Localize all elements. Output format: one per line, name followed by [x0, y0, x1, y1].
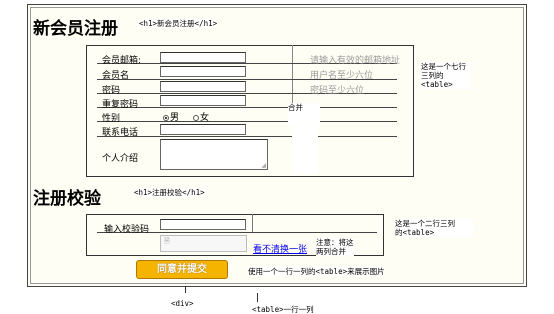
- label-repeat-password: 重复密码: [102, 100, 139, 110]
- image-table-annotation: 使用一个一行一列的<table>来展示图片: [248, 267, 385, 276]
- label-phone: 联系电话: [102, 128, 139, 138]
- h1-form-annotation: <h1>新会员注册</h1>: [139, 19, 218, 28]
- hint-email: 请输入有效的邮箱地址: [310, 56, 401, 66]
- label-gender: 性别: [102, 114, 121, 124]
- table2-annotation: 这是一个二行三列 的<table>: [395, 219, 473, 237]
- label-username: 会员名: [102, 71, 130, 81]
- submit-button[interactable]: 同意并提交: [136, 260, 228, 279]
- repeat-password-input[interactable]: [160, 95, 246, 106]
- radio-female[interactable]: [193, 114, 199, 121]
- captcha-image: 🗎: [160, 235, 247, 252]
- form-heading: 新会员注册: [33, 19, 118, 39]
- email-input[interactable]: [160, 52, 246, 63]
- password-input[interactable]: [160, 81, 246, 92]
- gender-female-label: 女: [200, 113, 210, 123]
- resize-handle-icon[interactable]: ◢: [261, 162, 266, 169]
- table-single-annotation: <table>一行一列: [252, 305, 314, 314]
- verify-heading: 注册校验: [33, 189, 101, 209]
- label-intro: 个人介绍: [102, 154, 139, 164]
- h1-verify-annotation: <h1>注册校验</h1>: [134, 188, 205, 197]
- div-annotation: <div>: [171, 299, 194, 308]
- table7-annotation: 这是一个七行 三列的 <table>: [421, 62, 471, 89]
- merge-note-annotation: 注意：将这 两列合并: [316, 238, 354, 256]
- username-input[interactable]: [160, 66, 246, 77]
- label-captcha: 输入校验码: [104, 225, 150, 235]
- gender-male-option[interactable]: 男: [163, 110, 179, 123]
- captcha-input[interactable]: [160, 219, 246, 230]
- refresh-captcha-link[interactable]: 看不清换一张: [253, 242, 307, 255]
- hint-password: 密码至少六位: [310, 86, 365, 96]
- gender-male-label: 男: [170, 113, 180, 123]
- phone-input[interactable]: [160, 124, 246, 135]
- hint-username: 用户名至少六位: [310, 71, 374, 81]
- label-password: 密码: [102, 86, 121, 96]
- broken-image-icon: 🗎: [164, 237, 170, 245]
- label-email: 会员邮箱:: [102, 56, 142, 66]
- merge-annotation: 合并: [288, 103, 320, 125]
- gender-female-option[interactable]: 女: [193, 110, 209, 123]
- radio-male[interactable]: [163, 114, 169, 121]
- intro-textarea[interactable]: ◢: [160, 139, 268, 170]
